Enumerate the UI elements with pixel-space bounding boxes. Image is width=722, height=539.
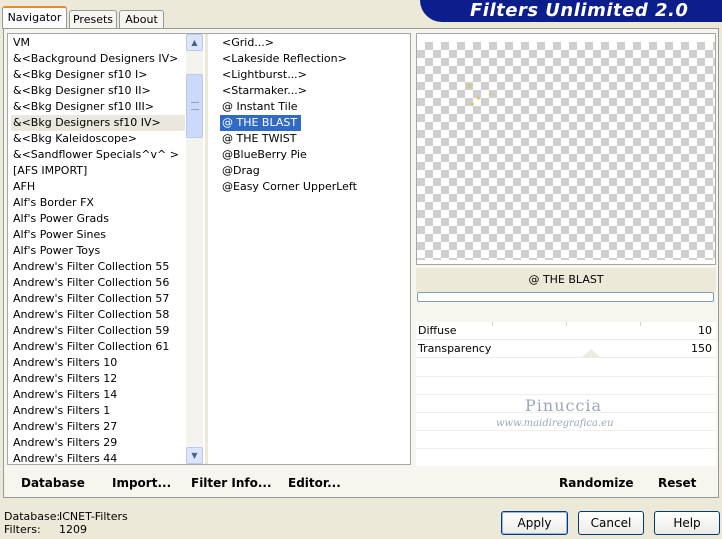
tab-about[interactable]: About <box>119 10 164 29</box>
category-item[interactable]: VM <box>11 35 185 51</box>
category-item[interactable]: &<Sandflower Specials^v^ > <box>11 147 185 163</box>
category-item[interactable]: Alf's Border FX <box>11 195 185 211</box>
randomize-button[interactable]: Randomize <box>559 476 633 490</box>
filter-item[interactable]: @ THE BLAST <box>220 115 302 131</box>
divider <box>416 448 716 449</box>
filter-item[interactable]: @Easy Corner UpperLeft <box>220 179 361 195</box>
param-value: 150 <box>691 342 712 355</box>
status-database-value: ICNET-Filters <box>59 510 128 523</box>
apply-button[interactable]: Apply <box>501 511 568 535</box>
parameter-panel: Diffuse 10 Transparency 150 <box>416 322 716 466</box>
category-item[interactable]: &<Background Designers IV> <box>11 51 185 67</box>
filter-item[interactable]: <Lightburst...> <box>220 67 311 83</box>
category-item[interactable]: &<Bkg Designer sf10 III> <box>11 99 185 115</box>
filter-item[interactable]: <Lakeside Reflection> <box>220 51 351 67</box>
watermark-title: Pinuccia <box>525 396 603 415</box>
category-item[interactable]: Andrew's Filter Collection 56 <box>11 275 185 291</box>
progress-bar <box>417 292 714 302</box>
cancel-button[interactable]: Cancel <box>578 511 644 535</box>
category-item[interactable]: Alf's Power Sines <box>11 227 185 243</box>
action-bar: Database Import... Filter Info... Editor… <box>0 476 722 492</box>
status-filters: Filters: 1209 <box>4 523 87 536</box>
editor-button[interactable]: Editor... <box>288 476 341 490</box>
app-title: Filters Unlimited 2.0 <box>470 0 689 21</box>
chevron-down-icon: ▼ <box>191 451 198 460</box>
category-item[interactable]: [AFS IMPORT] <box>11 163 185 179</box>
status-filters-value: 1209 <box>59 523 87 536</box>
category-scrollbar[interactable]: ▲ ▼ <box>186 34 203 464</box>
category-item[interactable]: Andrew's Filter Collection 58 <box>11 307 185 323</box>
filter-item[interactable]: <Starmaker...> <box>220 83 311 99</box>
scroll-thumb[interactable] <box>186 74 203 138</box>
category-item[interactable]: Alf's Power Toys <box>11 243 185 259</box>
filter-item[interactable]: @ THE TWIST <box>220 131 300 147</box>
category-item[interactable]: Andrew's Filter Collection 61 <box>11 339 185 355</box>
category-item[interactable]: Andrew's Filters 29 <box>11 435 185 451</box>
status-database-label: Database: <box>4 510 61 523</box>
grip-icon <box>191 102 199 110</box>
current-filter-name: @ THE BLAST <box>416 268 716 292</box>
status-database: Database: ICNET-Filters <box>4 510 128 523</box>
category-item[interactable]: Andrew's Filters 1 <box>11 403 185 419</box>
param-row-transparency[interactable]: Transparency 150 <box>416 340 716 358</box>
sparkle-icon: ✦ <box>469 100 476 109</box>
help-button[interactable]: Help <box>654 511 720 535</box>
category-list[interactable]: VM &<Background Designers IV> &<Bkg Design… <box>11 35 185 467</box>
import-button[interactable]: Import... <box>112 476 171 490</box>
status-filters-label: Filters: <box>4 523 41 536</box>
scroll-up-button[interactable]: ▲ <box>186 34 203 51</box>
tab-strip: Navigator Presets About <box>0 0 440 29</box>
category-item[interactable]: &<Bkg Designers sf10 IV> <box>11 115 185 131</box>
filter-item[interactable]: <Grid...> <box>220 35 278 51</box>
category-item[interactable]: AFH <box>11 179 185 195</box>
category-item[interactable]: Andrew's Filters 27 <box>11 419 185 435</box>
divider <box>416 394 716 395</box>
divider <box>416 430 716 431</box>
category-item[interactable]: Andrew's Filter Collection 59 <box>11 323 185 339</box>
chevron-up-icon: ▲ <box>191 38 198 47</box>
sparkle-icon: ✧ <box>487 90 494 99</box>
category-item[interactable]: &<Bkg Kaleidoscope> <box>11 131 185 147</box>
param-row-diffuse[interactable]: Diffuse 10 <box>416 322 716 340</box>
category-item[interactable]: Andrew's Filters 10 <box>11 355 185 371</box>
param-value: 10 <box>698 324 712 337</box>
filter-item[interactable]: @BlueBerry Pie <box>220 147 311 163</box>
reset-button[interactable]: Reset <box>658 476 696 490</box>
category-item[interactable]: Andrew's Filter Collection 55 <box>11 259 185 275</box>
category-item[interactable]: Andrew's Filter Collection 57 <box>11 291 185 307</box>
category-item[interactable]: Andrew's Filters 12 <box>11 371 185 387</box>
filter-info-button[interactable]: Filter Info... <box>191 476 272 490</box>
divider <box>416 376 716 377</box>
tab-navigator[interactable]: Navigator <box>2 6 67 29</box>
sparkle-icon: ✶ <box>465 82 474 93</box>
preview-image: ✶ ✦ ✧ ✦ <box>417 42 715 260</box>
param-label: Diffuse <box>418 324 457 337</box>
filter-item[interactable]: @ Instant Tile <box>220 99 302 115</box>
category-item[interactable]: &<Bkg Designer sf10 II> <box>11 83 185 99</box>
category-item[interactable]: Andrew's Filters 14 <box>11 387 185 403</box>
sparkle-icon: ✦ <box>475 94 482 103</box>
category-item[interactable]: Andrew's Filters 44 <box>11 451 185 467</box>
tab-presets[interactable]: Presets <box>69 10 117 29</box>
filter-item[interactable]: @Drag <box>220 163 264 179</box>
category-item[interactable]: &<Bkg Designer sf10 I> <box>11 67 185 83</box>
list-divider <box>205 34 208 464</box>
param-label: Transparency <box>418 342 492 355</box>
database-button[interactable]: Database <box>21 476 85 490</box>
category-item[interactable]: Alf's Power Grads <box>11 211 185 227</box>
filter-list[interactable]: <Grid...> <Lakeside Reflection> <Lightburs… <box>220 35 400 195</box>
scroll-down-button[interactable]: ▼ <box>186 447 203 464</box>
slider-knob[interactable] <box>582 349 600 357</box>
watermark-url: www.maidiregrafica.eu <box>496 418 614 429</box>
